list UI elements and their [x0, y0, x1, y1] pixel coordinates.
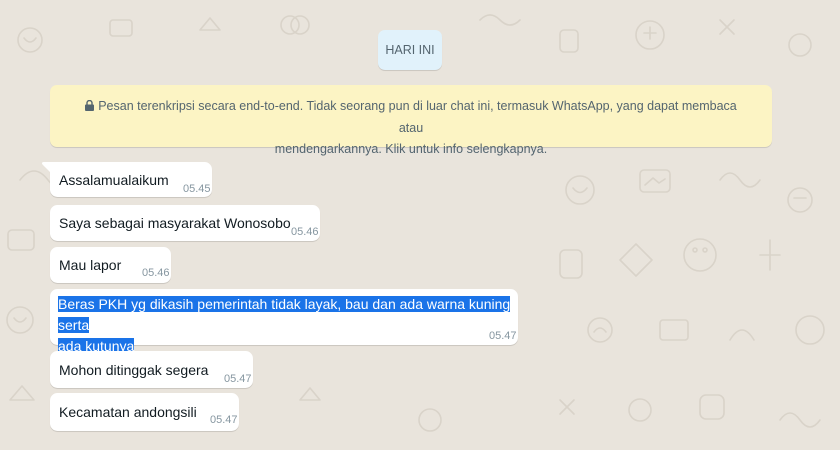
message-time: 05.46	[291, 226, 319, 238]
encryption-notice-line2: mendengarkannya. Klik untuk info selengk…	[274, 142, 548, 156]
message-text: Kecamatan andongsili	[59, 404, 197, 420]
message-text: Saya sebagai masyarakat Wonosobo	[59, 215, 291, 231]
message-time: 05.47	[224, 373, 252, 385]
message-bubble[interactable]: Mohon ditinggak segera 05.47	[50, 351, 253, 388]
message-bubble[interactable]: Mau lapor 05.46	[50, 247, 171, 283]
message-time: 05.46	[142, 267, 170, 279]
message-time: 05.47	[210, 414, 238, 426]
message-bubble[interactable]: Beras PKH yg dikasih pemerintah tidak la…	[50, 289, 518, 354]
date-divider: HARI INI	[378, 30, 442, 70]
message-bubble[interactable]: Assalamualaikum 05.45	[42, 162, 212, 197]
message-text: Beras PKH yg dikasih pemerintah tidak la…	[58, 294, 518, 357]
encryption-notice[interactable]: Pesan terenkripsi secara end-to-end. Tid…	[50, 85, 772, 156]
message-text: Mohon ditinggak segera	[59, 362, 209, 378]
message-text: Assalamualaikum	[59, 172, 169, 188]
lock-icon	[85, 97, 95, 118]
date-divider-label: HARI INI	[385, 43, 435, 57]
encryption-notice-line1: Pesan terenkripsi secara end-to-end. Tid…	[98, 99, 737, 135]
message-time: 05.47	[489, 330, 517, 342]
message-bubble[interactable]: Kecamatan andongsili 05.47	[50, 393, 239, 431]
message-text: Mau lapor	[59, 257, 122, 273]
bubble-tail	[42, 162, 50, 172]
selected-text-line1: Beras PKH yg dikasih pemerintah tidak la…	[58, 296, 511, 333]
message-time: 05.45	[183, 183, 211, 195]
message-bubble[interactable]: Saya sebagai masyarakat Wonosobo 05.46	[50, 205, 320, 241]
